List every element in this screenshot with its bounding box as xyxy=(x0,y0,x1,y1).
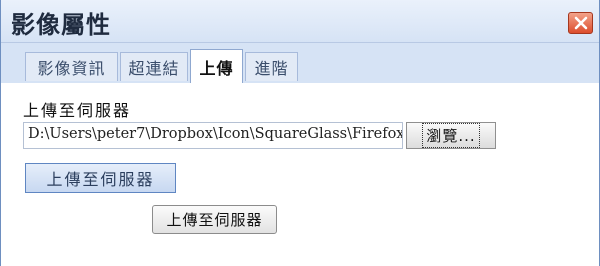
tab-hyperlink[interactable]: 超連結 xyxy=(120,52,188,81)
tab-label: 上傳 xyxy=(199,58,234,78)
upload-to-server-submit-button[interactable]: 上傳至伺服器 xyxy=(152,205,277,234)
tab-label: 進階 xyxy=(254,59,289,78)
tab-upload[interactable]: 上傳 xyxy=(190,49,243,83)
dialog-titlebar[interactable]: 影像屬性 xyxy=(1,0,599,43)
browse-button-label: 瀏覽... xyxy=(422,123,480,148)
file-path-input[interactable]: D:\Users\peter7\Dropbox\Icon\SquareGlass… xyxy=(23,122,403,149)
browse-button[interactable]: 瀏覽... xyxy=(406,122,496,149)
dialog-title: 影像屬性 xyxy=(11,11,111,39)
tab-bar: 影像資訊 超連結 上傳 進階 xyxy=(1,43,599,83)
close-button[interactable] xyxy=(568,12,593,34)
tab-image-info[interactable]: 影像資訊 xyxy=(25,52,118,81)
tab-label: 影像資訊 xyxy=(37,59,106,78)
upload-to-server-button[interactable]: 上傳至伺服器 xyxy=(25,163,176,193)
tab-advanced[interactable]: 進階 xyxy=(245,52,298,81)
close-icon xyxy=(574,16,587,30)
tab-label: 超連結 xyxy=(128,59,180,78)
image-properties-dialog: 影像屬性 影像資訊 超連結 上傳 進階 上傳至伺服器 D:\Users\pete… xyxy=(0,0,600,266)
upload-field-label: 上傳至伺服器 xyxy=(23,101,132,120)
